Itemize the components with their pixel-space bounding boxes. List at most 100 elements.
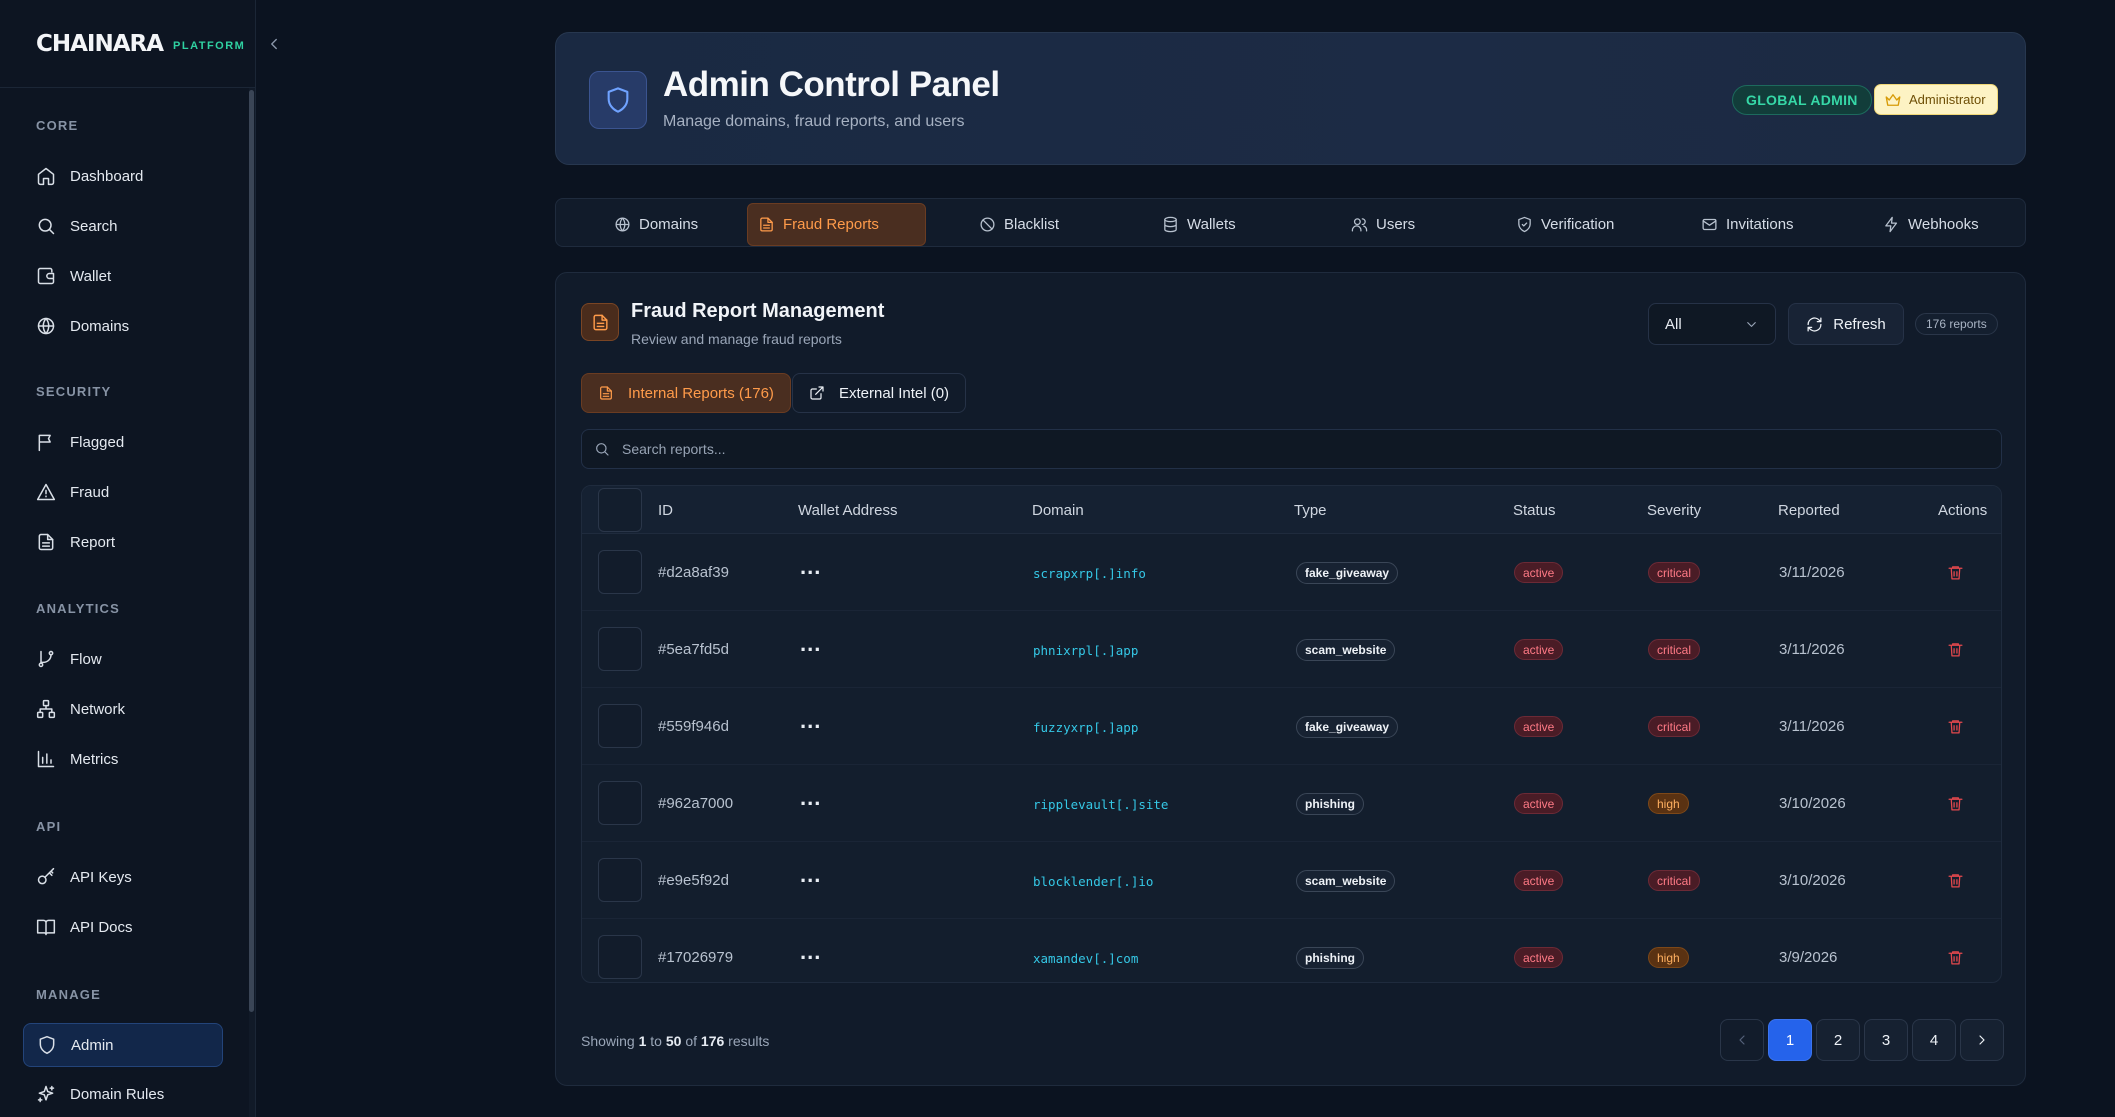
column-header-type[interactable]: Type bbox=[1294, 502, 1327, 519]
report-domain: fuzzyxrp[.]app bbox=[1033, 720, 1139, 735]
column-header-status[interactable]: Status bbox=[1513, 502, 1556, 519]
collapse-sidebar-icon[interactable] bbox=[265, 35, 283, 53]
sidebar-item-dashboard[interactable]: Dashboard bbox=[23, 154, 223, 198]
column-header-domain[interactable]: Domain bbox=[1032, 502, 1084, 519]
tab-wallets[interactable]: Wallets bbox=[1152, 203, 1249, 246]
sidebar-item-label: Dashboard bbox=[70, 167, 144, 185]
tab-label: Wallets bbox=[1187, 216, 1236, 233]
wallet-address[interactable]: ... bbox=[800, 939, 821, 965]
reported-date: 3/10/2026 bbox=[1779, 872, 1846, 889]
column-header-id[interactable]: ID bbox=[658, 502, 673, 519]
wallet-address[interactable]: ... bbox=[800, 631, 821, 657]
bar-chart-icon bbox=[36, 749, 56, 769]
row-checkbox[interactable] bbox=[598, 704, 642, 748]
sidebar-item-api-docs[interactable]: API Docs bbox=[23, 905, 223, 949]
delete-report-button[interactable] bbox=[1947, 641, 1964, 658]
table-header: ID Wallet Address Domain Type Status Sev… bbox=[582, 486, 2001, 534]
table-row[interactable]: #559f946d ... fuzzyxrp[.]app fake_giveaw… bbox=[582, 688, 2001, 765]
trash-icon bbox=[1947, 641, 1964, 658]
report-domain: blocklender[.]io bbox=[1033, 874, 1154, 889]
column-header-reported[interactable]: Reported bbox=[1778, 502, 1840, 519]
page-header: Admin Control Panel Manage domains, frau… bbox=[555, 32, 2026, 165]
type-badge: fake_giveaway bbox=[1296, 562, 1399, 584]
status-badge: active bbox=[1514, 870, 1564, 891]
report-id: #e9e5f92d bbox=[658, 872, 729, 889]
report-id: #962a7000 bbox=[658, 795, 734, 812]
severity-badge: critical bbox=[1648, 716, 1701, 737]
row-checkbox[interactable] bbox=[598, 781, 642, 825]
prev-page-button[interactable] bbox=[1720, 1019, 1764, 1061]
column-header-wallet-address[interactable]: Wallet Address bbox=[798, 502, 898, 519]
internal-reports-tab[interactable]: Internal Reports (176) bbox=[581, 373, 791, 413]
tab-fraud-reports[interactable]: Fraud Reports bbox=[747, 203, 926, 246]
pagination-summary: Showing 1 to 50 of 176 results bbox=[581, 1033, 769, 1049]
status-filter-select[interactable]: All bbox=[1648, 303, 1776, 345]
page-button-3[interactable]: 3 bbox=[1864, 1019, 1908, 1061]
delete-report-button[interactable] bbox=[1947, 718, 1964, 735]
tab-domains[interactable]: Domains bbox=[604, 203, 711, 246]
sidebar-item-metrics[interactable]: Metrics bbox=[23, 737, 223, 781]
next-page-button[interactable] bbox=[1960, 1019, 2004, 1061]
table-row[interactable]: #17026979 ... xamandev[.]com phishing ac… bbox=[582, 919, 2001, 982]
status-badge: active bbox=[1514, 947, 1564, 968]
search-input[interactable] bbox=[622, 441, 1922, 457]
row-checkbox[interactable] bbox=[598, 550, 642, 594]
sidebar-item-admin[interactable]: Admin bbox=[23, 1023, 223, 1067]
tab-verification[interactable]: Verification bbox=[1506, 203, 1627, 246]
brand-logo[interactable]: CHAINARA bbox=[36, 31, 164, 57]
sidebar-item-flow[interactable]: Flow bbox=[23, 637, 223, 681]
tab-blacklist[interactable]: Blacklist bbox=[969, 203, 1072, 246]
wallet-address[interactable]: ... bbox=[800, 708, 821, 734]
wallet-address[interactable]: ... bbox=[800, 862, 821, 888]
sidebar-item-label: Metrics bbox=[70, 750, 119, 768]
external-intel-tab[interactable]: External Intel (0) bbox=[792, 373, 967, 413]
row-checkbox[interactable] bbox=[598, 858, 642, 902]
page-button-4[interactable]: 4 bbox=[1912, 1019, 1956, 1061]
delete-report-button[interactable] bbox=[1947, 872, 1964, 889]
delete-report-button[interactable] bbox=[1947, 949, 1964, 966]
column-header-severity[interactable]: Severity bbox=[1647, 502, 1701, 519]
tab-users[interactable]: Users bbox=[1341, 203, 1428, 246]
table-row[interactable]: #e9e5f92d ... blocklender[.]io scam_webs… bbox=[582, 842, 2001, 919]
sidebar-item-network[interactable]: Network bbox=[23, 687, 223, 731]
wallet-address[interactable]: ... bbox=[800, 554, 821, 580]
delete-report-button[interactable] bbox=[1947, 564, 1964, 581]
sidebar-item-wallet[interactable]: Wallet bbox=[23, 254, 223, 298]
sidebar-item-api-keys[interactable]: API Keys bbox=[23, 855, 223, 899]
wallet-icon bbox=[36, 266, 56, 286]
tab-label: Invitations bbox=[1726, 216, 1794, 233]
administrator-badge: Administrator bbox=[1874, 84, 1998, 115]
sidebar-item-report[interactable]: Report bbox=[23, 520, 223, 564]
row-checkbox[interactable] bbox=[598, 935, 642, 979]
page-button-2[interactable]: 2 bbox=[1816, 1019, 1860, 1061]
sidebar-item-domain-rules[interactable]: Domain Rules bbox=[23, 1072, 223, 1116]
page-button-1[interactable]: 1 bbox=[1768, 1019, 1812, 1061]
select-all-checkbox[interactable] bbox=[598, 488, 642, 532]
table-row[interactable]: #d2a8af39 ... scrapxrp[.]info fake_givea… bbox=[582, 534, 2001, 611]
wallet-address[interactable]: ... bbox=[800, 785, 821, 811]
report-domain: ripplevault[.]site bbox=[1033, 797, 1169, 812]
sidebar-item-flagged[interactable]: Flagged bbox=[23, 420, 223, 464]
sidebar-item-fraud[interactable]: Fraud bbox=[23, 470, 223, 514]
sidebar-scrollbar-thumb[interactable] bbox=[249, 90, 254, 1012]
network-icon bbox=[36, 699, 56, 719]
admin-tabs: Domains Fraud Reports Blacklist Wallets … bbox=[555, 198, 2026, 247]
report-count-badge: 176 reports bbox=[1915, 313, 1998, 335]
sidebar-item-search[interactable]: Search bbox=[23, 204, 223, 248]
sidebar-item-label: Domains bbox=[70, 317, 130, 335]
chevron-down-icon bbox=[1744, 317, 1759, 332]
table-row[interactable]: #962a7000 ... ripplevault[.]site phishin… bbox=[582, 765, 2001, 842]
delete-report-button[interactable] bbox=[1947, 795, 1964, 812]
table-row[interactable]: #5ea7fd5d ... phnixrpl[.]app scam_websit… bbox=[582, 611, 2001, 688]
globe-icon bbox=[36, 316, 56, 336]
refresh-button[interactable]: Refresh bbox=[1788, 303, 1904, 345]
chevron-left-icon bbox=[1734, 1032, 1750, 1048]
key-icon bbox=[36, 867, 56, 887]
shield-icon bbox=[37, 1035, 57, 1055]
sidebar-item-domains[interactable]: Domains bbox=[23, 304, 223, 348]
type-badge: phishing bbox=[1296, 793, 1364, 815]
tab-invitations[interactable]: Invitations bbox=[1691, 203, 1807, 246]
tab-webhooks[interactable]: Webhooks bbox=[1873, 203, 1992, 246]
row-checkbox[interactable] bbox=[598, 627, 642, 671]
sidebar-item-label: Domain Rules bbox=[70, 1085, 165, 1103]
